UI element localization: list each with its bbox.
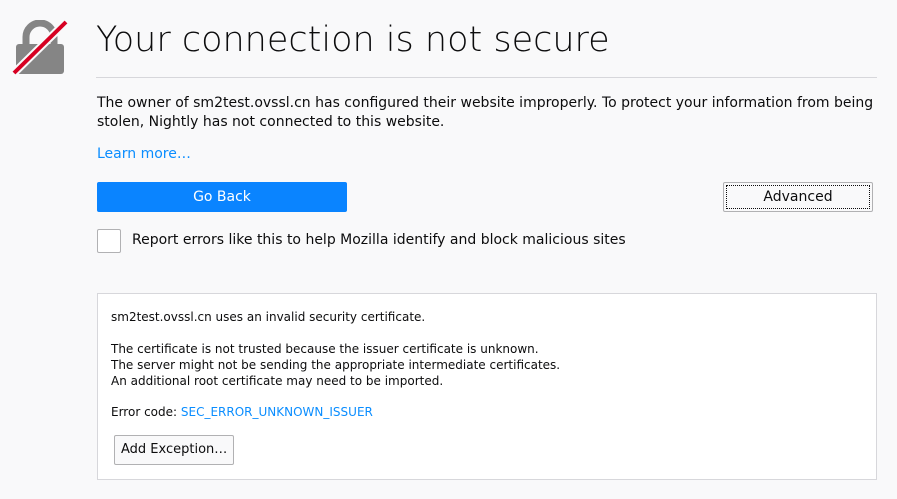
- report-errors-label[interactable]: Report errors like this to help Mozilla …: [132, 231, 626, 250]
- add-exception-button[interactable]: Add Exception…: [114, 435, 235, 465]
- broken-lock-icon: [12, 20, 68, 76]
- certificate-summary: sm2test.ovssl.cn uses an invalid securit…: [111, 310, 426, 324]
- advanced-button[interactable]: Advanced: [723, 182, 873, 212]
- reason-line: The certificate is not trusted because t…: [111, 342, 539, 356]
- page-title: Your connection is not secure: [96, 20, 610, 60]
- report-errors-checkbox[interactable]: [97, 229, 121, 253]
- error-code-link[interactable]: SEC_ERROR_UNKNOWN_ISSUER: [181, 405, 373, 419]
- learn-more-link[interactable]: Learn more…: [97, 145, 191, 164]
- advanced-button-label: Advanced: [726, 185, 870, 209]
- go-back-button[interactable]: Go Back: [97, 182, 347, 212]
- error-code-line: Error code: SEC_ERROR_UNKNOWN_ISSUER: [111, 404, 373, 420]
- certificate-error-details: sm2test.ovssl.cn uses an invalid securit…: [97, 293, 877, 480]
- error-description: The owner of sm2test.ovssl.cn has config…: [97, 95, 874, 130]
- reason-line: An additional root certificate may need …: [111, 374, 444, 388]
- title-divider: [96, 77, 877, 78]
- reason-line: The server might not be sending the appr…: [111, 358, 561, 372]
- error-code-prefix: Error code:: [111, 405, 181, 419]
